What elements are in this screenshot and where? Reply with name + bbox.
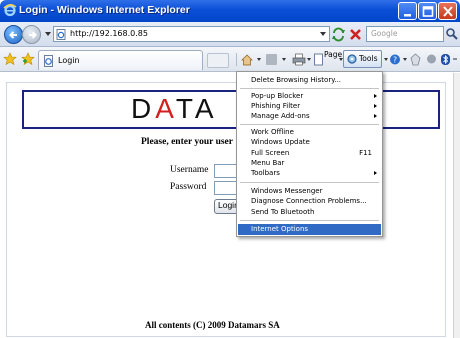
- menu-item-label: Delete Browsing History...: [251, 76, 342, 84]
- menu-item-label: Windows Update: [251, 138, 310, 146]
- logo-letter: A: [194, 93, 218, 124]
- search-placeholder: Google: [371, 29, 398, 38]
- vertical-scrollbar[interactable]: [453, 73, 460, 338]
- address-toolbar: http://192.168.0.85 Google: [0, 22, 460, 47]
- tools-menu-button[interactable]: Tools: [343, 50, 382, 68]
- close-icon: [443, 6, 453, 17]
- ie-logo-icon: [3, 4, 17, 17]
- menu-item-toolbars[interactable]: Toolbars: [238, 168, 381, 179]
- research-icon[interactable]: [409, 52, 422, 67]
- menu-item-windows-update[interactable]: Windows Update: [238, 137, 381, 148]
- minimize-icon: [404, 14, 411, 17]
- refresh-icon[interactable]: [331, 27, 346, 42]
- close-button[interactable]: [438, 2, 457, 20]
- recent-pages-dropdown[interactable]: [45, 32, 51, 36]
- feeds-icon[interactable]: [265, 52, 278, 67]
- tools-menu-label: Tools: [359, 54, 378, 63]
- add-favorites-icon[interactable]: [21, 52, 35, 66]
- page-content: DATA Please, enter your user Username Pa…: [0, 73, 453, 338]
- menu-item-label: Internet Options: [251, 225, 309, 233]
- menu-item-label: Phishing Filter: [251, 102, 301, 110]
- page-icon: [56, 29, 66, 40]
- tools-menu: Delete Browsing History... Pop-up Blocke…: [236, 71, 383, 237]
- menu-item-label: Pop-up Blocker: [251, 92, 304, 100]
- login-prompt: Please, enter your user: [141, 137, 233, 147]
- datamars-logo: DATA: [131, 93, 218, 125]
- forward-arrow-icon: [29, 31, 37, 39]
- menu-item-send-to-bluetooth[interactable]: Send To Bluetooth: [238, 207, 381, 218]
- gear-icon: [347, 54, 357, 64]
- search-icon[interactable]: [445, 27, 459, 41]
- menu-item-label: Work Offline: [251, 128, 294, 136]
- stop-icon[interactable]: [348, 27, 363, 42]
- menu-item-label: Windows Messenger: [251, 187, 323, 195]
- tab-toolbar: Login Page Tools ?: [0, 47, 460, 72]
- menu-separator: [240, 88, 379, 89]
- submenu-arrow-icon: [374, 104, 377, 108]
- feeds-dropdown-icon[interactable]: [282, 58, 286, 61]
- logo-letter: D: [131, 93, 156, 124]
- maximize-icon: [422, 6, 434, 17]
- page-icon: [44, 55, 53, 67]
- menu-separator: [240, 124, 379, 125]
- print-icon[interactable]: [292, 52, 306, 67]
- menu-item-delete-browsing-history[interactable]: Delete Browsing History...: [238, 75, 381, 86]
- menu-item-label: Manage Add-ons: [251, 112, 310, 120]
- menu-item-internet-options[interactable]: Internet Options: [238, 224, 381, 235]
- title-bar: Login - Windows Internet Explorer: [0, 0, 460, 22]
- svg-text:?: ?: [393, 56, 397, 65]
- home-icon[interactable]: [240, 52, 254, 67]
- home-dropdown-icon[interactable]: [257, 58, 261, 61]
- toolbar-overflow-icon[interactable]: [452, 52, 460, 67]
- password-label: Password: [170, 182, 207, 192]
- footer-copyright: All contents (C) 2009 Datamars SA: [145, 320, 280, 330]
- logo-letter: A: [155, 93, 176, 124]
- window-title: Login - Windows Internet Explorer: [19, 4, 190, 16]
- menu-item-label: Toolbars: [251, 169, 280, 177]
- messenger-icon[interactable]: [425, 52, 438, 67]
- new-tab-button[interactable]: [207, 53, 229, 68]
- tab-label: Login: [58, 56, 80, 65]
- url-text: http://192.168.0.85: [70, 29, 148, 38]
- tools-dropdown-icon[interactable]: [384, 58, 388, 61]
- menu-item-label: Send To Bluetooth: [251, 208, 315, 216]
- maximize-button[interactable]: [418, 2, 437, 20]
- menu-separator: [240, 182, 379, 183]
- bluetooth-icon[interactable]: [440, 52, 451, 67]
- menu-separator: [240, 220, 379, 221]
- menu-item-label: Menu Bar: [251, 159, 285, 167]
- submenu-arrow-icon: [374, 94, 377, 98]
- menu-item-label: Full Screen: [251, 149, 290, 157]
- menu-item-label: Diagnose Connection Problems...: [251, 197, 367, 205]
- page-menu-icon[interactable]: [313, 52, 324, 67]
- submenu-arrow-icon: [374, 114, 377, 118]
- username-label: Username: [170, 165, 209, 175]
- back-button[interactable]: [4, 25, 23, 44]
- submenu-arrow-icon: [374, 171, 377, 175]
- favorites-star-icon[interactable]: [3, 52, 17, 66]
- print-dropdown-icon[interactable]: [307, 58, 311, 61]
- search-input[interactable]: Google: [366, 26, 444, 42]
- help-icon[interactable]: ?: [389, 52, 401, 67]
- minimize-button[interactable]: [398, 2, 417, 20]
- forward-button[interactable]: [22, 25, 41, 44]
- logo-letter: T: [175, 93, 195, 124]
- menu-item-diagnose-connection[interactable]: Diagnose Connection Problems...: [238, 196, 381, 207]
- help-dropdown-icon[interactable]: [403, 58, 407, 61]
- tab-login[interactable]: Login: [38, 50, 203, 70]
- toolbar-separator: [236, 53, 237, 66]
- address-bar[interactable]: http://192.168.0.85: [53, 26, 330, 42]
- address-dropdown-icon[interactable]: [320, 32, 326, 36]
- menu-item-manage-add-ons[interactable]: Manage Add-ons: [238, 111, 381, 122]
